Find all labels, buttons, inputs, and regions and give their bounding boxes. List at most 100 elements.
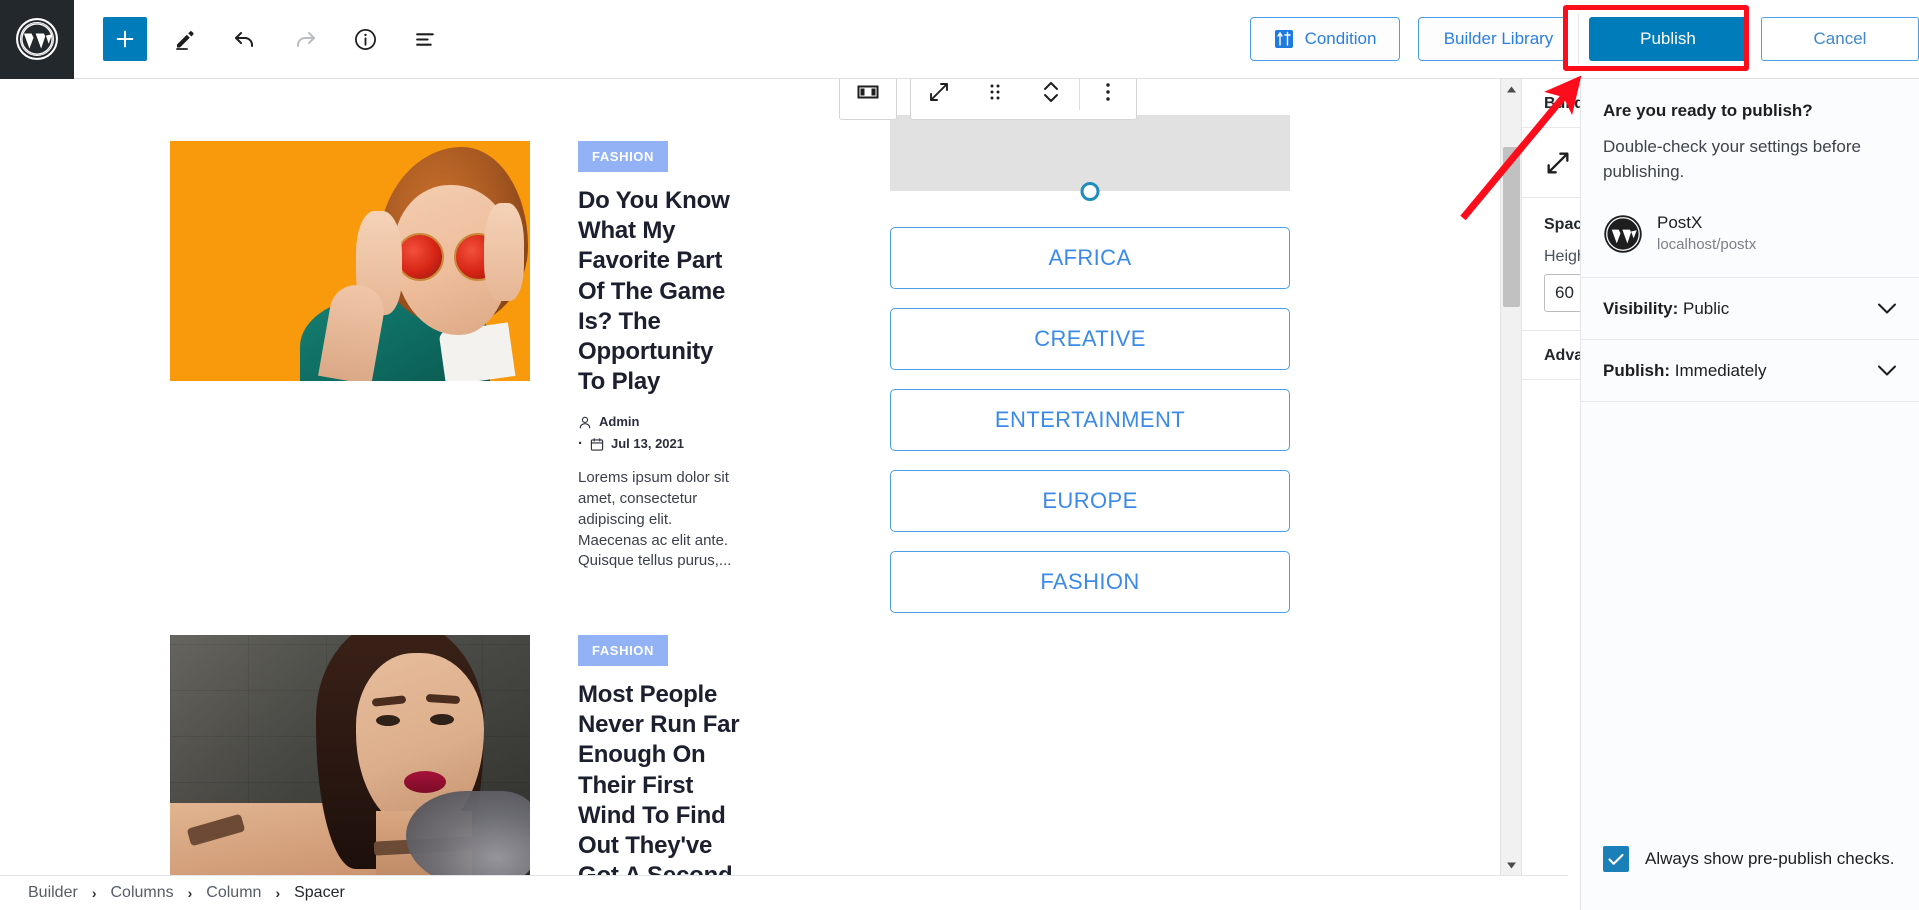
category-button-creative[interactable]: CREATIVE [890,308,1290,370]
breadcrumb-separator: › [92,885,97,901]
block-type-spacer-button[interactable] [840,79,896,119]
breadcrumb-item-columns[interactable]: Columns [110,884,173,902]
post-card[interactable]: FASHION Most People Never Run Far Enough… [170,635,740,875]
post-date-line: · Jul 13, 2021 [578,432,740,456]
visibility-label: Visibility: [1603,299,1678,318]
condition-label: Condition [1305,29,1377,49]
publish-date-value: Immediately [1675,361,1767,380]
pre-publish-panel: Are you ready to publish? Double-check y… [1580,79,1919,910]
list-view-icon [413,27,438,52]
chevron-up-down-icon [1040,79,1062,105]
category-button-list: AFRICA CREATIVE ENTERTAINMENT EUROPE FAS… [890,227,1290,613]
visibility-value: Public [1683,299,1729,318]
spacer-block[interactable] [890,115,1290,191]
block-toolbar [839,79,1137,120]
wordpress-logo-button[interactable] [0,0,74,79]
post-date: Jul 13, 2021 [611,434,684,455]
builder-library-button[interactable]: Builder Library [1418,17,1568,61]
spacer-and-categories-column: AFRICA CREATIVE ENTERTAINMENT EUROPE FAS… [890,79,1290,613]
list-view-button[interactable] [403,17,447,61]
redo-button[interactable] [283,17,327,61]
visibility-row[interactable]: Visibility: Public [1581,278,1919,340]
editor-top-bar: Condition Builder Library Publish Cancel [0,0,1919,79]
post-excerpt[interactable]: Lorems ipsum dolor sit amet, consectetur… [578,468,740,571]
block-type-group [839,79,897,120]
wordpress-block-editor: Condition Builder Library Publish Cancel [0,0,1919,910]
post-meta: Admin · Jul 13, 2021 [578,412,740,457]
resize-block-button[interactable] [911,79,967,119]
post-thumbnail[interactable] [170,635,530,875]
breadcrumb-separator: › [275,885,280,901]
panel-filler [1581,402,1919,846]
publish-date-row[interactable]: Publish: Immediately [1581,340,1919,402]
condition-button[interactable]: Condition [1250,17,1400,61]
diagonal-resize-icon [1544,149,1572,177]
scroll-down-arrow[interactable] [1501,855,1522,875]
category-button-fashion[interactable]: FASHION [890,551,1290,613]
pre-publish-footer: Always show pre-publish checks. [1581,846,1919,910]
site-info: PostX localhost/postx [1581,208,1919,278]
undo-arrow-icon [232,26,258,52]
scroll-up-arrow[interactable] [1501,79,1522,99]
info-icon [353,27,378,52]
chevron-up-icon [1506,85,1517,94]
category-button-europe[interactable]: EUROPE [890,470,1290,532]
more-options-button[interactable] [1080,79,1136,119]
canvas-scrollbar[interactable] [1500,79,1521,875]
post-body: FASHION Most People Never Run Far Enough… [578,635,740,875]
editor-tools-group [74,17,447,61]
canvas-content: FASHION Do You Know What My Favorite Par… [0,79,1500,875]
three-dots-vertical-icon [1098,80,1118,104]
drag-handle-button[interactable] [967,79,1023,119]
plus-icon [114,28,136,50]
tools-edit-button[interactable] [163,17,207,61]
user-icon [578,415,592,430]
six-dots-icon [985,81,1005,103]
visibility-text: Visibility: Public [1603,299,1729,319]
wordpress-logo-icon [1603,214,1643,254]
site-name: PostX [1657,212,1756,234]
diagonal-arrows-icon [927,80,951,104]
pre-publish-title: Are you ready to publish? [1603,101,1897,121]
post-title[interactable]: Most People Never Run Far Enough On Thei… [578,680,740,875]
pre-publish-header: Are you ready to publish? Double-check y… [1581,79,1919,208]
move-block-button[interactable] [1023,79,1079,119]
undo-button[interactable] [223,17,267,61]
block-actions-group [910,79,1137,120]
wordpress-logo-icon [15,17,59,61]
breadcrumb: Builder › Columns › Column › Spacer [0,875,1568,910]
editor-canvas: FASHION Do You Know What My Favorite Par… [0,79,1500,875]
breadcrumb-item-builder[interactable]: Builder [28,884,78,902]
post-category-badge[interactable]: FASHION [578,141,668,172]
breadcrumb-item-spacer[interactable]: Spacer [294,884,345,902]
condition-icon [1274,29,1294,49]
post-body: FASHION Do You Know What My Favorite Par… [578,141,740,587]
publish-button[interactable]: Publish [1589,17,1747,61]
post-card[interactable]: FASHION Do You Know What My Favorite Par… [170,141,740,587]
cancel-button[interactable]: Cancel [1761,17,1919,61]
always-show-checks-label[interactable]: Always show pre-publish checks. [1645,849,1894,869]
post-image-fashion-orange [170,141,530,381]
pre-publish-subtitle: Double-check your settings before publis… [1603,135,1897,184]
post-thumbnail[interactable] [170,141,530,381]
publish-date-text: Publish: Immediately [1603,361,1766,381]
category-button-entertainment[interactable]: ENTERTAINMENT [890,389,1290,451]
add-block-button[interactable] [103,17,147,61]
spacer-resize-handle[interactable] [1081,182,1100,201]
site-url: localhost/postx [1657,234,1756,255]
category-button-africa[interactable]: AFRICA [890,227,1290,289]
document-details-button[interactable] [343,17,387,61]
toolbar-divider [1578,14,1579,64]
site-text: PostX localhost/postx [1657,212,1756,255]
scrollbar-thumb[interactable] [1503,147,1520,307]
pencil-icon [173,27,197,51]
chevron-down-icon [1506,861,1517,870]
meta-separator: · [578,432,583,456]
breadcrumb-item-column[interactable]: Column [206,884,261,902]
spacer-block-icon [855,79,881,105]
post-category-badge[interactable]: FASHION [578,635,668,666]
publish-actions: Publish Cancel [1589,17,1919,61]
post-author-line: Admin [578,412,740,433]
post-title[interactable]: Do You Know What My Favorite Part Of The… [578,186,740,398]
always-show-checks-checkbox[interactable] [1603,846,1629,872]
